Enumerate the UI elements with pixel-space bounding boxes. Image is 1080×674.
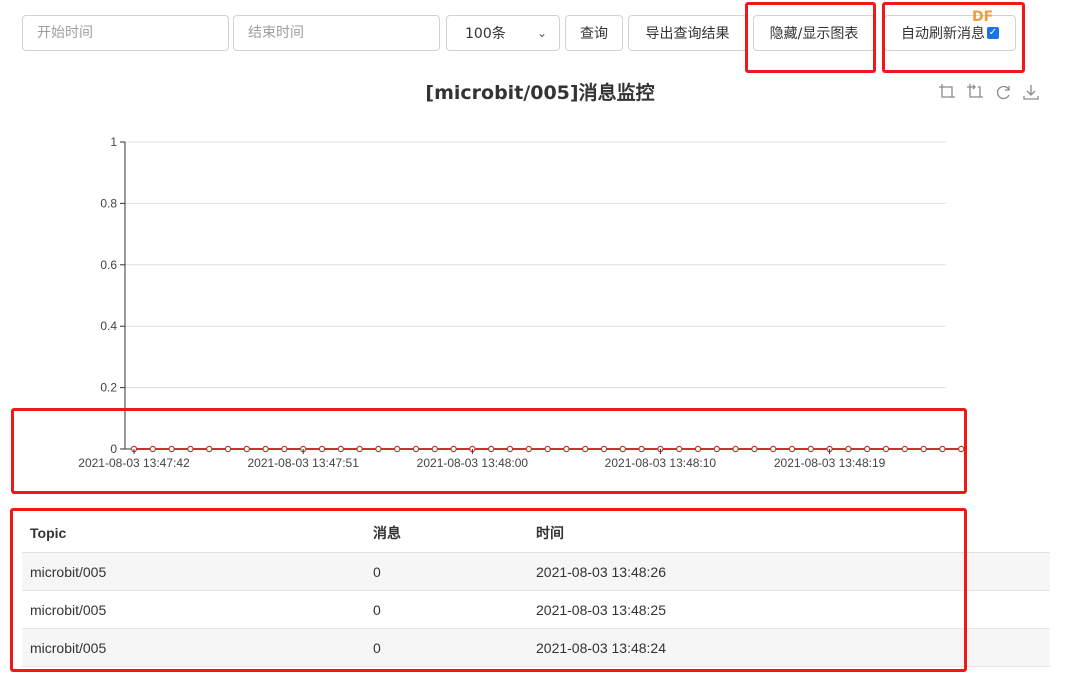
cell-topic: microbit/005 [22, 590, 365, 629]
data-point [600, 445, 608, 453]
table-row: microbit/005 0 2021-08-03 13:48:26 [22, 552, 1050, 591]
data-point [638, 445, 645, 453]
data-point [224, 445, 232, 453]
cell-message: 0 [365, 552, 528, 591]
data-point [412, 445, 420, 453]
cell-topic: microbit/005 [22, 552, 365, 591]
data-point [187, 445, 194, 453]
cell-message: 0 [365, 590, 528, 629]
data-point [788, 445, 796, 453]
data-point [920, 445, 927, 453]
data-point [262, 445, 269, 453]
data-point [431, 445, 438, 453]
cell-time: 2021-08-03 13:48:25 [528, 590, 1050, 629]
data-point [882, 445, 890, 453]
data-point [205, 445, 213, 453]
data-point [544, 445, 551, 453]
cell-time: 2021-08-03 13:48:26 [528, 552, 1050, 591]
results-table: Topic 消息 时间 microbit/005 0 2021-08-03 13… [22, 514, 1050, 667]
data-point [337, 445, 344, 453]
column-header-message: 消息 [365, 514, 528, 553]
data-point [281, 445, 288, 453]
data-point [732, 445, 739, 453]
data-point [770, 445, 777, 453]
data-point [864, 445, 871, 453]
cell-topic: microbit/005 [22, 628, 365, 667]
x-tick-label: 2021-08-03 13:48:00 [417, 456, 529, 470]
data-point [149, 445, 156, 453]
data-point [318, 445, 326, 453]
data-point [168, 445, 175, 453]
data-point [619, 445, 627, 453]
y-tick-label: 1 [110, 135, 117, 149]
data-point [450, 445, 457, 453]
data-point [488, 445, 495, 453]
data-point [563, 445, 570, 453]
table-row: microbit/005 0 2021-08-03 13:48:25 [22, 590, 1050, 629]
y-tick-label: 0.2 [100, 381, 117, 395]
data-point [939, 445, 946, 453]
cell-message: 0 [365, 628, 528, 667]
table-row: microbit/005 0 2021-08-03 13:48:24 [22, 628, 1050, 667]
x-tick-label: 2021-08-03 13:48:10 [605, 456, 717, 470]
data-point [958, 445, 965, 453]
line-chart: 0 0.2 0.4 0.6 0.8 1 2021-08-03 13:47:42 2021-08… [78, 135, 965, 470]
x-tick-label: 2021-08-03 13:47:42 [78, 456, 190, 470]
data-point [582, 445, 589, 453]
column-header-time: 时间 [528, 514, 1050, 553]
data-point [845, 445, 852, 453]
data-point [394, 445, 401, 453]
data-point [356, 445, 363, 453]
data-point [243, 445, 250, 453]
table-header-row: Topic 消息 时间 [22, 514, 1050, 553]
data-point [375, 445, 382, 453]
data-point [807, 445, 815, 453]
data-point [751, 445, 758, 453]
y-tick-label: 0 [110, 442, 117, 456]
data-point [901, 445, 909, 453]
data-point [713, 445, 721, 453]
cell-time: 2021-08-03 13:48:24 [528, 628, 1050, 667]
y-tick-label: 0.8 [100, 196, 117, 210]
y-tick-label: 0.4 [100, 319, 117, 333]
data-point [694, 445, 702, 453]
data-point [525, 445, 533, 453]
y-tick-label: 0.6 [100, 258, 117, 272]
data-point [676, 445, 683, 453]
data-point [506, 445, 514, 453]
x-tick-label: 2021-08-03 13:47:51 [247, 456, 359, 470]
x-tick-label: 2021-08-03 13:48:19 [774, 456, 886, 470]
column-header-topic: Topic [22, 514, 365, 553]
